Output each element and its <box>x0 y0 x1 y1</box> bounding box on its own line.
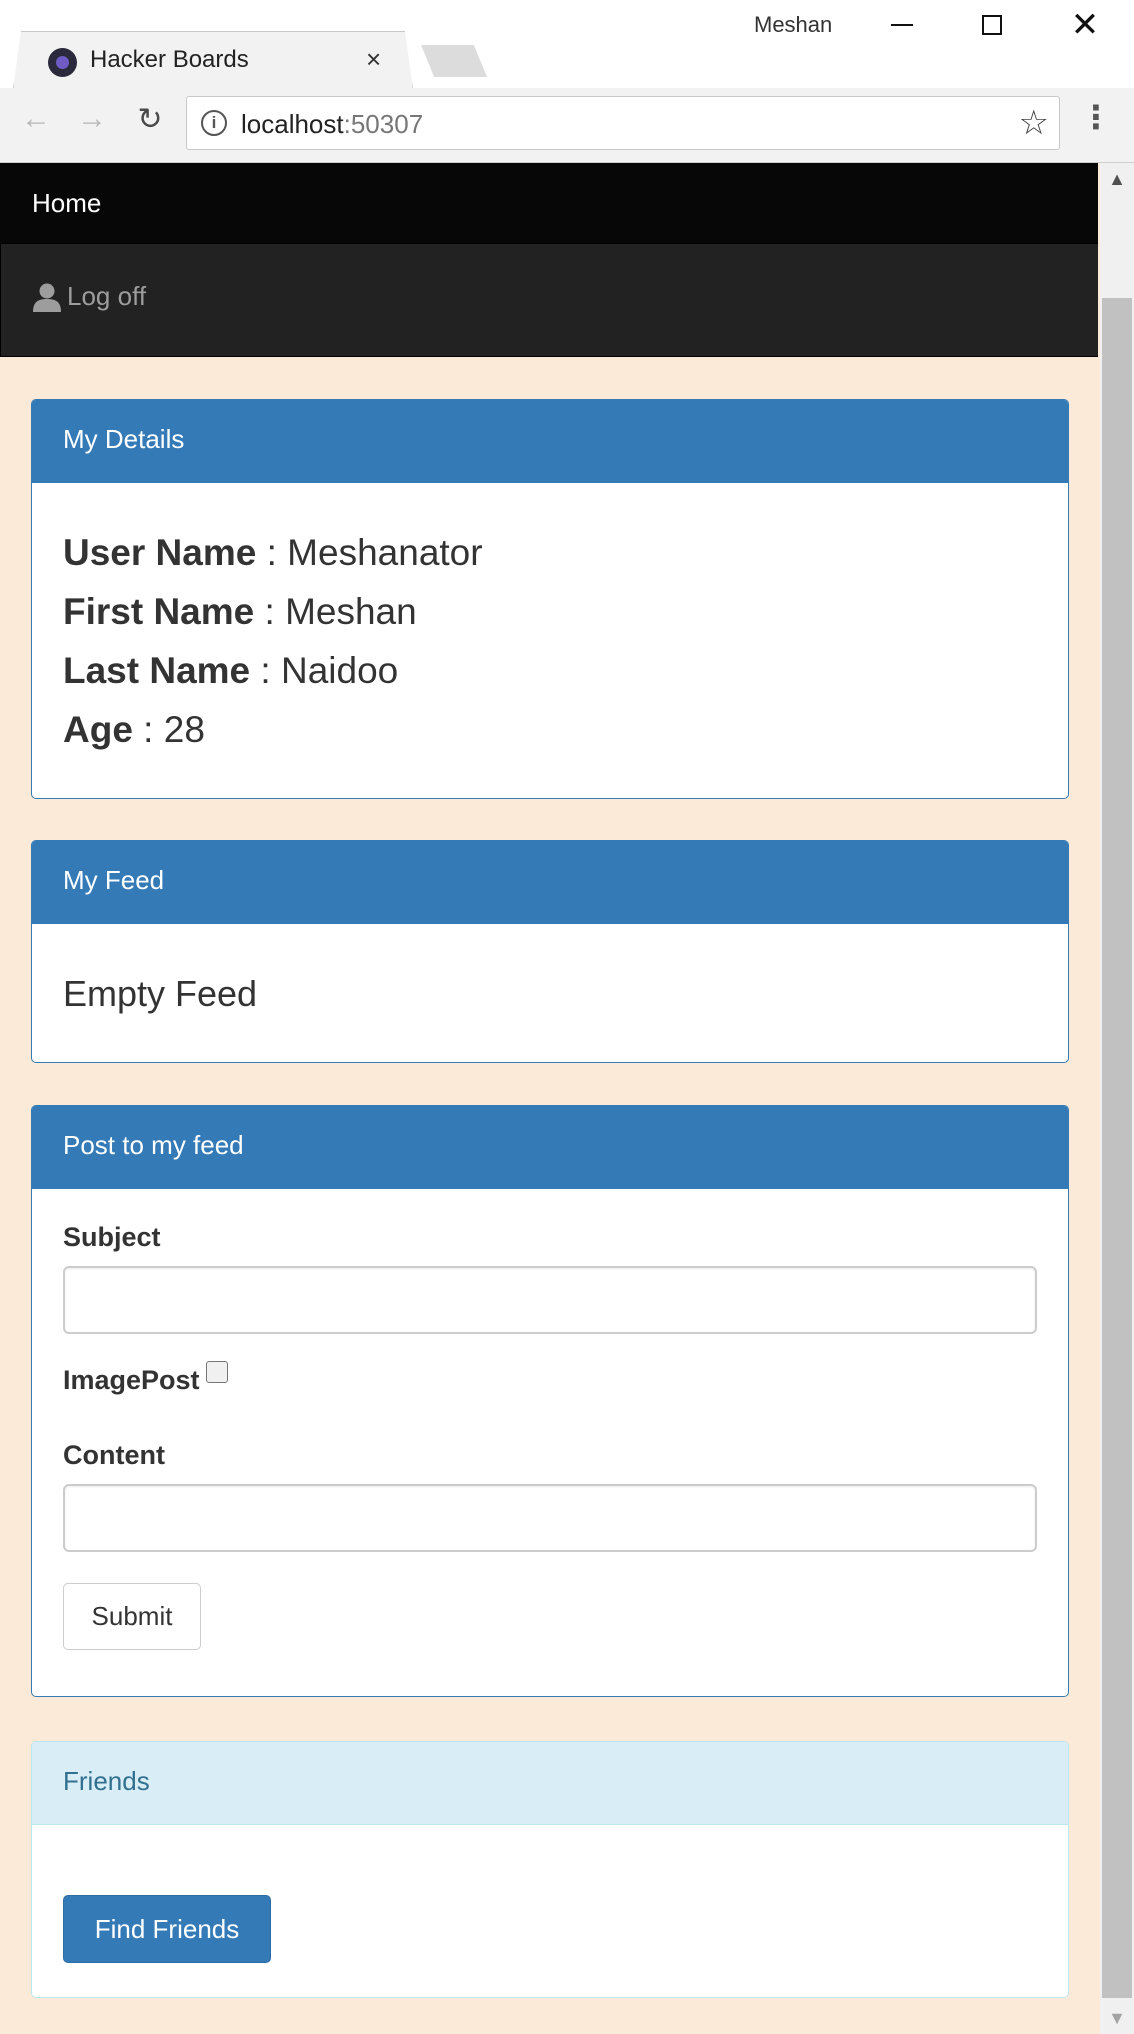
subject-input[interactable] <box>63 1266 1037 1334</box>
feed-panel-heading: My Feed <box>32 841 1068 924</box>
profile-name[interactable]: Meshan <box>754 12 832 38</box>
scroll-down-arrow-icon[interactable]: ▼ <box>1100 2002 1134 2034</box>
maximize-button[interactable] <box>947 0 1037 50</box>
tab-close-icon[interactable]: × <box>366 44 381 75</box>
close-icon: ✕ <box>1070 6 1100 44</box>
detail-value: : Meshan <box>254 591 417 632</box>
detail-label: User Name <box>63 532 257 573</box>
info-icon[interactable]: i <box>201 110 227 136</box>
content-input[interactable] <box>63 1484 1037 1552</box>
details-panel: My Details User Name : Meshanator First … <box>31 399 1069 799</box>
detail-row-firstname: First Name : Meshan <box>63 582 1037 641</box>
forward-arrow-icon[interactable]: → <box>72 102 112 136</box>
detail-label: Last Name <box>63 650 251 691</box>
vertical-scrollbar[interactable]: ▲ ▼ <box>1100 163 1134 2034</box>
address-bar[interactable]: i localhost:50307 ☆ <box>186 96 1060 150</box>
friends-panel-heading: Friends <box>32 1742 1068 1825</box>
friends-panel-body: Find Friends <box>32 1825 1068 1994</box>
detail-value: : Meshanator <box>256 532 483 573</box>
content-group: Content <box>63 1440 1037 1552</box>
scrollbar-thumb[interactable] <box>1102 298 1132 1998</box>
browser-toolbar: ← → ↻ i localhost:50307 ☆ ⋮ <box>0 88 1134 163</box>
details-panel-body: User Name : Meshanator First Name : Mesh… <box>32 483 1068 790</box>
detail-value: : Naidoo <box>250 650 399 691</box>
close-window-button[interactable]: ✕ <box>1040 0 1130 50</box>
detail-row-username: User Name : Meshanator <box>63 523 1037 582</box>
reload-icon[interactable]: ↻ <box>130 102 170 137</box>
tab-title: Hacker Boards <box>90 46 249 73</box>
feed-panel: My Feed Empty Feed <box>31 840 1069 1063</box>
subject-group: Subject <box>63 1222 1037 1334</box>
log-off-label: Log off <box>67 281 147 311</box>
detail-value: : 28 <box>132 709 205 750</box>
url-host: localhost <box>241 109 344 139</box>
page-viewport: Home Log off My Details User Name : Mesh… <box>0 163 1100 2034</box>
submit-button[interactable]: Submit <box>63 1583 201 1650</box>
post-form: Subject ImagePost Content Submit <box>32 1189 1068 1681</box>
new-tab-button[interactable] <box>421 45 487 77</box>
detail-row-age: Age : 28 <box>63 700 1037 759</box>
home-link[interactable]: Home <box>32 188 101 219</box>
url-port: :50307 <box>343 109 424 139</box>
minimize-button[interactable] <box>857 0 947 50</box>
subject-label: Subject <box>63 1222 161 1252</box>
imagepost-checkbox[interactable] <box>205 1361 228 1383</box>
maximize-icon <box>982 15 1002 35</box>
feed-panel-body: Empty Feed <box>32 924 1068 1046</box>
scroll-up-arrow-icon[interactable]: ▲ <box>1100 163 1134 195</box>
bookmark-star-icon[interactable]: ☆ <box>1019 103 1049 143</box>
user-icon <box>33 283 61 312</box>
url-text[interactable]: localhost:50307 <box>241 109 423 140</box>
favicon-icon <box>48 48 77 77</box>
imagepost-group: ImagePost <box>63 1361 1037 1396</box>
detail-row-lastname: Last Name : Naidoo <box>63 641 1037 700</box>
details-panel-heading: My Details <box>32 400 1068 483</box>
navbar: Home <box>0 163 1098 244</box>
back-arrow-icon[interactable]: ← <box>16 102 56 136</box>
friends-panel: Friends Find Friends <box>31 1741 1069 1998</box>
empty-feed-text: Empty Feed <box>63 973 258 1014</box>
log-off-link[interactable]: Log off <box>33 281 146 312</box>
find-friends-button[interactable]: Find Friends <box>63 1895 271 1963</box>
imagepost-label: ImagePost <box>63 1365 200 1395</box>
detail-label: First Name <box>63 591 255 632</box>
post-panel-heading: Post to my feed <box>32 1106 1068 1189</box>
minimize-icon <box>891 24 913 26</box>
browser-tab[interactable]: Hacker Boards × <box>13 31 413 89</box>
post-panel: Post to my feed Subject ImagePost Conten… <box>31 1105 1069 1697</box>
content-label: Content <box>63 1440 165 1470</box>
navbar-collapse: Log off <box>0 244 1098 357</box>
detail-label: Age <box>63 709 133 750</box>
browser-tabstrip: Hacker Boards × Meshan ✕ <box>0 0 1134 89</box>
browser-menu-icon[interactable]: ⋮ <box>1080 100 1112 134</box>
